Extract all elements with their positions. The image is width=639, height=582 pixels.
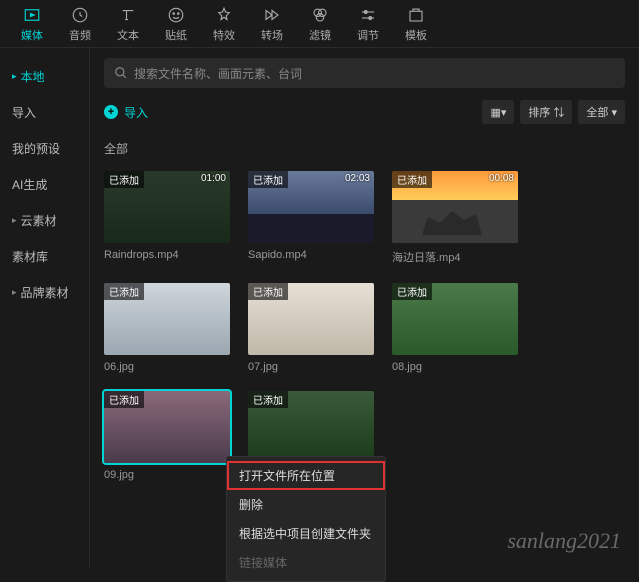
- section-label: 全部: [104, 140, 625, 157]
- sidebar-label: 云素材: [21, 212, 57, 229]
- sidebar-item-6[interactable]: ▸ 品牌素材: [0, 274, 89, 310]
- tab-label: 贴纸: [165, 27, 187, 43]
- tab-label: 媒体: [21, 27, 43, 43]
- tab-icon: [407, 5, 425, 25]
- media-card[interactable]: 已添加 00:08 海边日落.mp4: [392, 171, 518, 265]
- thumbnail[interactable]: 已添加 00:08: [392, 171, 518, 243]
- context-menu-item: 链接媒体: [227, 548, 385, 577]
- sort-button[interactable]: 排序 ⇅: [520, 100, 572, 124]
- media-card[interactable]: 已添加 07.jpg: [248, 283, 374, 373]
- media-name: 07.jpg: [248, 361, 374, 373]
- sidebar-item-5[interactable]: 素材库: [0, 238, 89, 274]
- toolbar: + 导入 ▦▾ 排序 ⇅ 全部 ▾: [104, 98, 625, 126]
- media-card[interactable]: 已添加 08.jpg: [392, 283, 518, 373]
- sidebar-item-1[interactable]: 导入: [0, 94, 89, 130]
- chevron-icon: ▸: [12, 287, 17, 298]
- sidebar-item-3[interactable]: AI生成: [0, 166, 89, 202]
- top-tab-8[interactable]: 模板: [392, 0, 440, 48]
- media-card[interactable]: 已添加 02:03 Sapido.mp4: [248, 171, 374, 265]
- thumbnail[interactable]: 已添加: [248, 391, 374, 463]
- sidebar-label: 品牌素材: [21, 284, 69, 301]
- media-name: 09.jpg: [104, 469, 230, 481]
- top-tab-2[interactable]: 文本: [104, 0, 152, 48]
- sidebar: ▸ 本地导入我的预设 AI生成 ▸ 云素材素材库 ▸ 品牌素材: [0, 48, 90, 568]
- filter-button[interactable]: 全部 ▾: [578, 100, 625, 124]
- thumbnail[interactable]: 已添加 01:00: [104, 171, 230, 243]
- thumbnail[interactable]: 已添加: [392, 283, 518, 355]
- added-badge: 已添加: [248, 283, 288, 300]
- media-card[interactable]: 已添加 06.jpg: [104, 283, 230, 373]
- added-badge: 已添加: [104, 171, 144, 188]
- media-card[interactable]: 已添加 01:00 Raindrops.mp4: [104, 171, 230, 265]
- thumbnail[interactable]: 已添加: [248, 283, 374, 355]
- content-area: 搜索文件名称、画面元素、台词 + 导入 ▦▾ 排序 ⇅ 全部 ▾ 全部 已添加 0…: [90, 48, 639, 568]
- duration-label: 02:03: [345, 173, 370, 184]
- search-icon: [114, 66, 128, 80]
- import-button[interactable]: + 导入: [104, 104, 148, 121]
- top-tab-5[interactable]: 转场: [248, 0, 296, 48]
- search-placeholder: 搜索文件名称、画面元素、台词: [134, 65, 302, 82]
- view-toggle[interactable]: ▦▾: [482, 100, 514, 124]
- tab-label: 特效: [213, 27, 235, 43]
- tab-label: 文本: [117, 27, 139, 43]
- tab-label: 调节: [357, 27, 379, 43]
- chevron-icon: ▸: [12, 215, 17, 226]
- thumbnail[interactable]: 已添加: [104, 391, 230, 463]
- tab-icon: [119, 5, 137, 25]
- tab-label: 转场: [261, 27, 283, 43]
- thumbnail[interactable]: 已添加 02:03: [248, 171, 374, 243]
- sidebar-label: 我的预设: [12, 140, 60, 157]
- tab-icon: [311, 5, 329, 25]
- media-name: Raindrops.mp4: [104, 249, 230, 261]
- added-badge: 已添加: [104, 283, 144, 300]
- watermark: sanlang2021: [507, 528, 621, 554]
- chevron-icon: ▸: [12, 71, 17, 82]
- top-tab-6[interactable]: 滤镜: [296, 0, 344, 48]
- media-name: Sapido.mp4: [248, 249, 374, 261]
- added-badge: 已添加: [392, 283, 432, 300]
- sidebar-label: 素材库: [12, 248, 48, 265]
- tab-icon: [167, 5, 185, 25]
- tab-label: 音频: [69, 27, 91, 43]
- sidebar-item-0[interactable]: ▸ 本地: [0, 58, 89, 94]
- top-tab-1[interactable]: 音频: [56, 0, 104, 48]
- plus-icon: +: [104, 105, 118, 119]
- top-tab-4[interactable]: 特效: [200, 0, 248, 48]
- media-grid: 已添加01:00Raindrops.mp4已添加02:03Sapido.mp4已…: [104, 171, 625, 481]
- added-badge: 已添加: [248, 171, 288, 188]
- duration-label: 00:08: [489, 173, 514, 184]
- sidebar-item-2[interactable]: 我的预设: [0, 130, 89, 166]
- added-badge: 已添加: [104, 391, 144, 408]
- tab-label: 滤镜: [309, 27, 331, 43]
- duration-label: 01:00: [201, 173, 226, 184]
- import-label: 导入: [124, 104, 148, 121]
- context-menu-item[interactable]: 根据选中项目创建文件夹: [227, 519, 385, 548]
- added-badge: 已添加: [248, 391, 288, 408]
- media-name: 海边日落.mp4: [392, 249, 518, 265]
- tab-icon: [263, 5, 281, 25]
- tab-icon: [23, 5, 41, 25]
- sidebar-label: 本地: [21, 68, 45, 85]
- top-tab-3[interactable]: 贴纸: [152, 0, 200, 48]
- media-name: 08.jpg: [392, 361, 518, 373]
- search-input[interactable]: 搜索文件名称、画面元素、台词: [104, 58, 625, 88]
- tab-icon: [359, 5, 377, 25]
- media-card[interactable]: 已添加 09.jpg: [104, 391, 230, 481]
- context-menu-item[interactable]: 打开文件所在位置: [227, 461, 385, 490]
- sidebar-label: 导入: [12, 104, 36, 121]
- top-tab-0[interactable]: 媒体: [8, 0, 56, 48]
- sidebar-item-4[interactable]: ▸ 云素材: [0, 202, 89, 238]
- top-tabs: 媒体 音频 文本 贴纸 特效 转场 滤镜 调节 模板: [0, 0, 639, 48]
- added-badge: 已添加: [392, 171, 432, 188]
- context-menu: 打开文件所在位置删除根据选中项目创建文件夹链接媒体: [226, 456, 386, 582]
- tab-label: 模板: [405, 27, 427, 43]
- context-menu-item[interactable]: 删除: [227, 490, 385, 519]
- top-tab-7[interactable]: 调节: [344, 0, 392, 48]
- media-name: 06.jpg: [104, 361, 230, 373]
- sidebar-label: AI生成: [12, 176, 47, 193]
- tab-icon: [215, 5, 233, 25]
- thumbnail[interactable]: 已添加: [104, 283, 230, 355]
- tab-icon: [71, 5, 89, 25]
